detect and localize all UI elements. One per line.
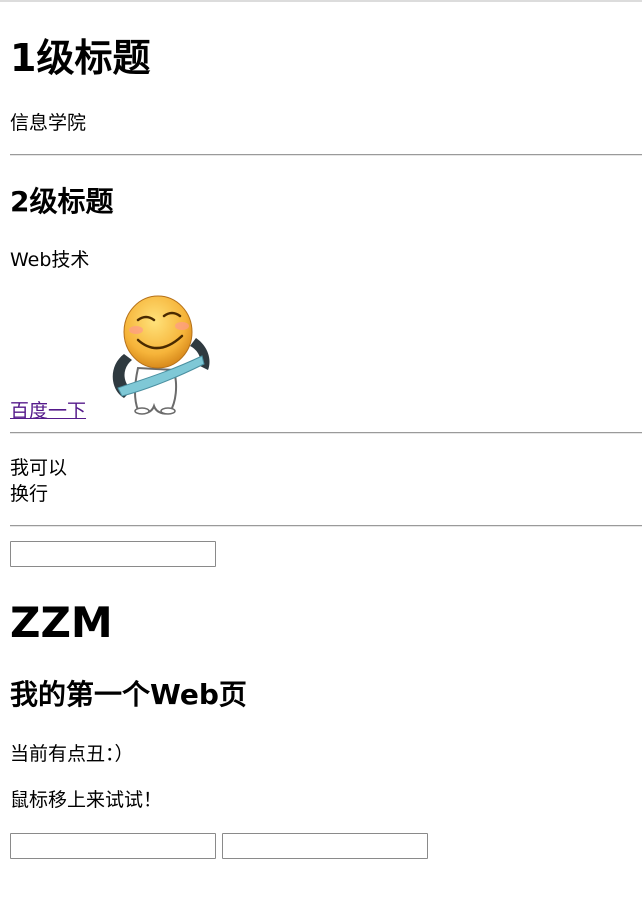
text-input-2[interactable] — [10, 833, 216, 859]
heading-zzm: ZZM — [10, 598, 113, 647]
paragraph-hover-hint[interactable]: 鼠标移上来试试！ — [10, 787, 162, 813]
top-border — [0, 0, 642, 2]
heading-level-1: 1级标题 — [10, 36, 151, 80]
break-text-line-2: 换行 — [10, 483, 49, 505]
heading-level-2: 2级标题 — [10, 185, 114, 218]
paragraph-school: 信息学院 — [10, 112, 87, 134]
text-input-1[interactable] — [10, 541, 216, 567]
break-text-line-1: 我可以 — [10, 457, 68, 479]
horizontal-rule — [10, 432, 642, 434]
horizontal-rule — [10, 525, 642, 527]
baidu-link[interactable]: 百度一下 — [10, 398, 86, 424]
horizontal-rule — [10, 154, 642, 156]
smiley-image — [104, 290, 216, 418]
heading-first-web-page: 我的第一个Web页 — [10, 678, 247, 711]
smiley-icon — [112, 295, 210, 415]
text-input-3[interactable] — [222, 833, 428, 859]
paragraph-ugly: 当前有点丑：） — [10, 743, 134, 765]
paragraph-web-tech: Web技术 — [10, 249, 90, 271]
